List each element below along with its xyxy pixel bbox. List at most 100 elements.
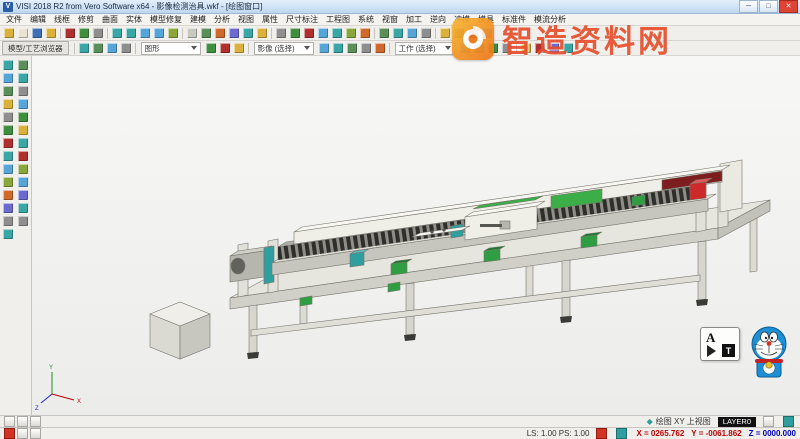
current-linetype-swatch[interactable]: [616, 428, 627, 439]
toolbar-icon[interactable]: [1, 110, 15, 123]
toolbar-icon[interactable]: [16, 149, 30, 162]
snap-toggle-icon[interactable]: [4, 416, 15, 427]
menu-item[interactable]: 曲面: [98, 14, 122, 25]
menu-item[interactable]: 加工: [402, 14, 426, 25]
menu-item[interactable]: 模具: [474, 14, 498, 25]
toolbar-icon[interactable]: [105, 42, 119, 55]
toolbar-icon[interactable]: [373, 42, 387, 55]
toolbar-icon[interactable]: [405, 27, 419, 40]
annotation-widget[interactable]: A T: [700, 327, 740, 361]
reference-cube[interactable]: [150, 302, 210, 359]
toolbar-icon[interactable]: [232, 42, 246, 55]
toolbar-icon[interactable]: [419, 27, 433, 40]
toolbar-icon[interactable]: [1, 201, 15, 214]
toolbar-icon[interactable]: [486, 42, 500, 55]
toolbar-icon[interactable]: [16, 123, 30, 136]
motor-assembly[interactable]: [230, 246, 274, 284]
layer-visibility-icon[interactable]: [763, 416, 774, 427]
toolbar-icon[interactable]: [480, 27, 494, 40]
toolbar-icon[interactable]: [274, 27, 288, 40]
menu-item[interactable]: 视图: [234, 14, 258, 25]
menu-item[interactable]: 系统: [354, 14, 378, 25]
menu-item[interactable]: 视窗: [378, 14, 402, 25]
maximize-button[interactable]: □: [759, 0, 778, 13]
toolbar-icon[interactable]: [227, 27, 241, 40]
toolbar-icon[interactable]: [16, 162, 30, 175]
toolbar-icon[interactable]: [358, 27, 372, 40]
toolbar-icon[interactable]: [377, 27, 391, 40]
toolbar-icon[interactable]: [241, 27, 255, 40]
layer-color-icon[interactable]: [783, 416, 794, 427]
toolbar-icon[interactable]: [345, 42, 359, 55]
toolbar-icon[interactable]: [30, 27, 44, 40]
toolbar-icon[interactable]: [1, 71, 15, 84]
browser-tab[interactable]: 模型/工艺浏览器: [2, 41, 69, 55]
current-color-swatch[interactable]: [596, 428, 607, 439]
toolbar-icon[interactable]: [166, 27, 180, 40]
toolbar-icon[interactable]: [317, 42, 331, 55]
layer-badge[interactable]: LAYER0: [718, 417, 756, 427]
close-button[interactable]: ✕: [779, 0, 798, 13]
toolbar-icon[interactable]: [1, 136, 15, 149]
toolbar-icon[interactable]: [218, 42, 232, 55]
toolbar-icon[interactable]: [124, 27, 138, 40]
menu-item[interactable]: 线框: [50, 14, 74, 25]
menu-item[interactable]: 冲模: [450, 14, 474, 25]
toolbar-icon[interactable]: [1, 188, 15, 201]
toolbar-icon[interactable]: [119, 42, 133, 55]
toolbar-icon[interactable]: [547, 42, 561, 55]
menu-item[interactable]: 文件: [2, 14, 26, 25]
toolbar-icon[interactable]: [1, 84, 15, 97]
toolbar-icon[interactable]: [16, 188, 30, 201]
toolbar-icon[interactable]: [213, 27, 227, 40]
toolbar-icon[interactable]: [16, 58, 30, 71]
record-indicator-icon[interactable]: [4, 428, 15, 439]
workplane-indicator[interactable]: ◆ 绘图 XY 上视图: [647, 416, 711, 427]
menu-item[interactable]: 模型修复: [146, 14, 186, 25]
toolbar-icon[interactable]: [1, 175, 15, 188]
viewport-3d[interactable]: X Y Z A T: [32, 56, 800, 415]
toolbar-icon[interactable]: [77, 27, 91, 40]
menu-item[interactable]: 分析: [210, 14, 234, 25]
toolbar-icon[interactable]: [1, 214, 15, 227]
toolbar-icon[interactable]: [438, 27, 452, 40]
toolbar-icon[interactable]: [16, 84, 30, 97]
dynamic-input-icon[interactable]: [30, 428, 41, 439]
ortho-toggle-icon[interactable]: [30, 416, 41, 427]
toolbar-icon[interactable]: [533, 42, 547, 55]
toolbar-icon[interactable]: [152, 27, 166, 40]
toolbar-icon[interactable]: [16, 27, 30, 40]
toolbar-combo[interactable]: 图形: [141, 42, 201, 55]
toolbar-icon[interactable]: [331, 42, 345, 55]
toolbar-icon[interactable]: [16, 71, 30, 84]
toolbar-icon[interactable]: [16, 214, 30, 227]
toolbar-icon[interactable]: [2, 27, 16, 40]
menu-item[interactable]: 属性: [258, 14, 282, 25]
toolbar-combo[interactable]: 工作 (选择): [395, 42, 455, 55]
menu-item[interactable]: 实体: [122, 14, 146, 25]
toolbar-icon[interactable]: [330, 27, 344, 40]
toolbar-icon[interactable]: [16, 136, 30, 149]
menu-item[interactable]: 修剪: [74, 14, 98, 25]
toolbar-icon[interactable]: [500, 42, 514, 55]
toolbar-icon[interactable]: [16, 110, 30, 123]
toolbar-icon[interactable]: [391, 27, 405, 40]
toolbar-icon[interactable]: [302, 27, 316, 40]
toolbar-icon[interactable]: [63, 27, 77, 40]
minimize-button[interactable]: ─: [739, 0, 758, 13]
toolbar-icon[interactable]: [110, 27, 124, 40]
toolbar-icon[interactable]: [359, 42, 373, 55]
menu-item[interactable]: 标准件: [498, 14, 530, 25]
toolbar-icon[interactable]: [519, 42, 533, 55]
toolbar-icon[interactable]: [1, 162, 15, 175]
toolbar-icon[interactable]: [16, 97, 30, 110]
toolbar-icon[interactable]: [561, 42, 575, 55]
toolbar-combo[interactable]: 影像 (选择): [254, 42, 314, 55]
toolbar-icon[interactable]: [1, 123, 15, 136]
toolbar-icon[interactable]: [255, 27, 269, 40]
toolbar-icon[interactable]: [91, 42, 105, 55]
menu-item[interactable]: 建模: [186, 14, 210, 25]
toolbar-icon[interactable]: [16, 201, 30, 214]
menu-item[interactable]: 逆向: [426, 14, 450, 25]
selection-filter-icon[interactable]: [17, 428, 28, 439]
